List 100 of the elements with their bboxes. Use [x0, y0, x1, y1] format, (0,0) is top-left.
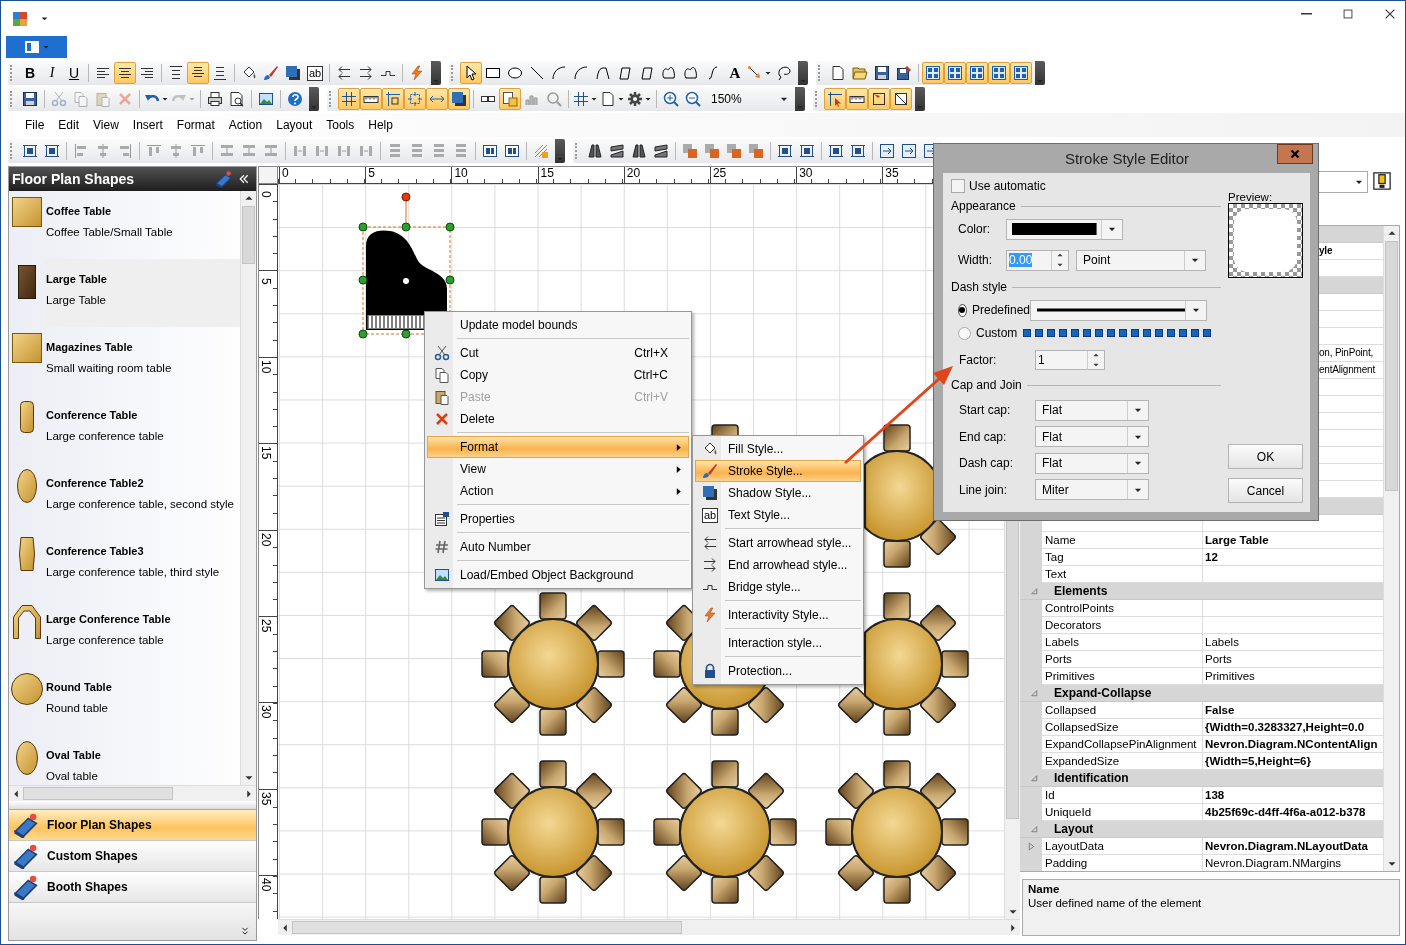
menu-item[interactable]: End arrowhead style...: [695, 554, 861, 576]
use-automatic-checkbox[interactable]: Use automatic: [951, 179, 1221, 193]
menu-item[interactable]: Edit: [51, 118, 87, 132]
property-value[interactable]: yle: [1319, 245, 1333, 256]
menu-item[interactable]: Shadow Style...: [695, 482, 861, 504]
menu-item[interactable]: Action: [427, 480, 689, 502]
category-label: Expand-Collapse: [1054, 685, 1152, 701]
menu-item[interactable]: File: [18, 118, 52, 132]
shape-description: Round table: [46, 702, 110, 714]
property-value[interactable]: False: [1205, 704, 1235, 716]
menu-item[interactable]: Properties: [427, 508, 689, 530]
property-value[interactable]: Labels: [1205, 636, 1239, 648]
category-header[interactable]: Elements: [1020, 583, 1383, 600]
menu-item[interactable]: ab Text Style...: [695, 504, 861, 526]
property-value[interactable]: on, PinPoint,: [1319, 347, 1374, 358]
cap-combo[interactable]: Miter: [1035, 479, 1149, 500]
ruler-label: 25: [259, 618, 273, 633]
menu-item[interactable]: Bridge style...: [695, 576, 861, 598]
menu-item[interactable]: Format: [169, 118, 222, 132]
ruler-label: 5: [368, 167, 375, 180]
property-value[interactable]: 138: [1205, 789, 1225, 801]
menu-item[interactable]: Format: [427, 436, 689, 458]
italic-button[interactable]: I: [41, 62, 63, 84]
property-value[interactable]: Nevron.Diagram.NLayoutData: [1205, 840, 1368, 852]
property-value[interactable]: Large Table: [1205, 534, 1269, 546]
shape-name: Magazines Table: [46, 341, 134, 353]
property-name: Decorators: [1045, 619, 1102, 631]
cap-combo[interactable]: Flat: [1035, 452, 1149, 474]
underline-button[interactable]: U: [63, 62, 85, 84]
shape-item[interactable]: Coffee Table Coffee Table/Small Table: [9, 191, 240, 259]
ruler-label: 25: [712, 167, 727, 180]
category-label: Identification: [1054, 770, 1129, 786]
property-value[interactable]: {Width=5,Height=6}: [1205, 755, 1311, 767]
menu-item[interactable]: View: [427, 458, 689, 480]
factor-spinner[interactable]: 1: [1035, 350, 1105, 370]
ok-button[interactable]: OK: [1228, 444, 1303, 469]
radio-button[interactable]: Custom: [951, 326, 1023, 340]
property-name: CollapsedSize: [1045, 721, 1119, 733]
property-value[interactable]: 12: [1205, 551, 1218, 563]
shape-item[interactable]: Conference Table2 Large conference table, second style: [9, 463, 240, 531]
field-label: Start cap:: [958, 403, 1012, 417]
shape-item[interactable]: Oval Table Oval table: [9, 735, 240, 785]
cancel-button[interactable]: Cancel: [1228, 478, 1303, 503]
category-header[interactable]: Layout: [1020, 821, 1383, 838]
menu-item[interactable]: Interactivity Style...: [695, 604, 861, 626]
property-value[interactable]: Nevron.Diagram.NContentAlign: [1205, 738, 1378, 750]
category-button[interactable]: Custom Shapes: [9, 841, 256, 872]
category-button[interactable]: Floor Plan Shapes: [9, 810, 256, 841]
property-name: ExpandedSize: [1045, 755, 1120, 767]
menu-item[interactable]: Copy Ctrl+C: [427, 364, 689, 386]
property-value[interactable]: 4b25f69c-d4ff-4f6a-a012-b378: [1205, 806, 1366, 818]
ruler-label: 30: [259, 705, 273, 719]
property-name: Id: [1045, 789, 1055, 801]
panel-title: Floor Plan Shapes: [12, 171, 136, 187]
section-heading: Dash style: [951, 280, 1008, 294]
text-tool-button[interactable]: A: [724, 62, 746, 84]
property-value[interactable]: {Width=0.3283327,Height=0.0: [1205, 721, 1365, 733]
category-header[interactable]: Identification: [1020, 770, 1383, 787]
menu-item[interactable]: Delete: [427, 408, 689, 430]
menu-item[interactable]: Action: [221, 118, 270, 132]
shape-item[interactable]: Conference Table3 Large conference table, third style: [9, 531, 240, 599]
menu-item[interactable]: Cut Ctrl+X: [427, 342, 689, 364]
menu-item[interactable]: View: [86, 118, 126, 132]
radio-button[interactable]: Predefined: [951, 303, 1030, 317]
menu-item[interactable]: Auto Number: [427, 536, 689, 558]
ruler-label: 35: [885, 167, 899, 180]
unit-combo[interactable]: Point: [1076, 249, 1206, 271]
menu-item[interactable]: Update model bounds: [427, 314, 689, 336]
shape-item[interactable]: Large Conference Table Large conference table: [9, 599, 240, 667]
category-header[interactable]: Expand-Collapse: [1020, 685, 1383, 702]
cap-combo[interactable]: Flat: [1035, 426, 1149, 447]
zoom-combo[interactable]: 150%: [708, 89, 792, 109]
category-button[interactable]: Booth Shapes: [9, 872, 256, 903]
ruler-label: 10: [454, 167, 468, 180]
menu-item[interactable]: Tools: [319, 118, 362, 132]
cap-combo[interactable]: Flat: [1035, 399, 1149, 421]
property-name: Primitives: [1045, 670, 1095, 682]
menu-item[interactable]: Layout: [269, 118, 320, 132]
property-value[interactable]: entAlignment: [1319, 364, 1375, 375]
menu-item[interactable]: Insert: [125, 118, 170, 132]
field-label: Color:: [957, 222, 991, 236]
shape-item[interactable]: Magazines Table Small waiting room table: [9, 327, 240, 395]
bold-button[interactable]: B: [19, 62, 41, 84]
menu-item[interactable]: Interaction style...: [695, 632, 861, 654]
menu-item[interactable]: Load/Embed Object Background: [427, 564, 689, 586]
menu-item[interactable]: Start arrowhead style...: [695, 532, 861, 554]
description-text: User defined name of the element: [1028, 897, 1203, 909]
ruler-label: 30: [799, 167, 813, 180]
menu-item[interactable]: Fill Style...: [695, 438, 861, 460]
property-value[interactable]: Ports: [1205, 653, 1232, 665]
property-value[interactable]: Nevron.Diagram.NMargins: [1205, 857, 1342, 869]
shape-item[interactable]: Round Table Round table: [9, 667, 240, 735]
menu-item[interactable]: Protection...: [695, 660, 861, 682]
menu-item[interactable]: Stroke Style...: [695, 460, 861, 482]
property-value[interactable]: Primitives: [1205, 670, 1255, 682]
description-title: Name: [1028, 883, 1061, 895]
menu-item[interactable]: Help: [361, 118, 400, 132]
shape-description: Coffee Table/Small Table: [46, 226, 174, 238]
shape-item[interactable]: Conference Table Large conference table: [9, 395, 240, 463]
field-label: End cap:: [958, 429, 1008, 444]
